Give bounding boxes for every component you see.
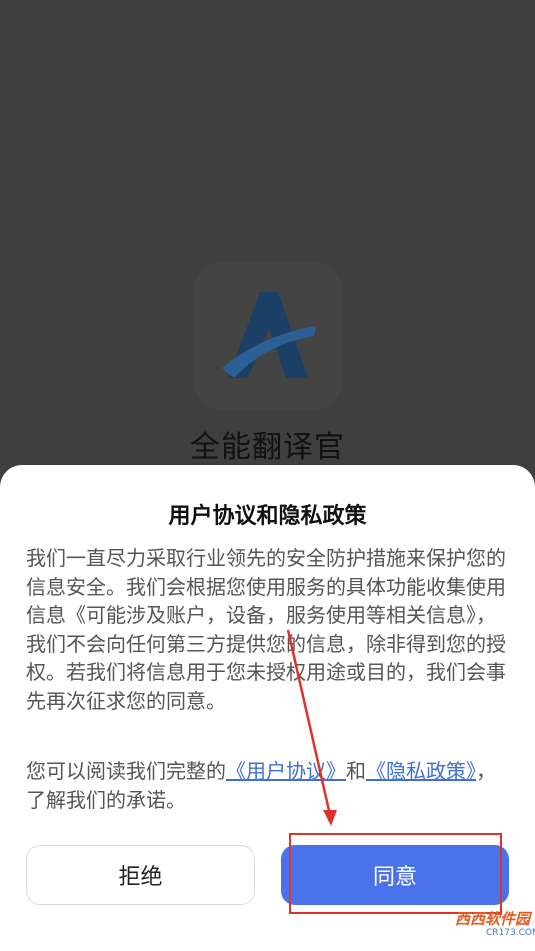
annotation-arrow-icon — [286, 629, 337, 826]
watermark-subtext: CR173.COM — [486, 928, 535, 938]
